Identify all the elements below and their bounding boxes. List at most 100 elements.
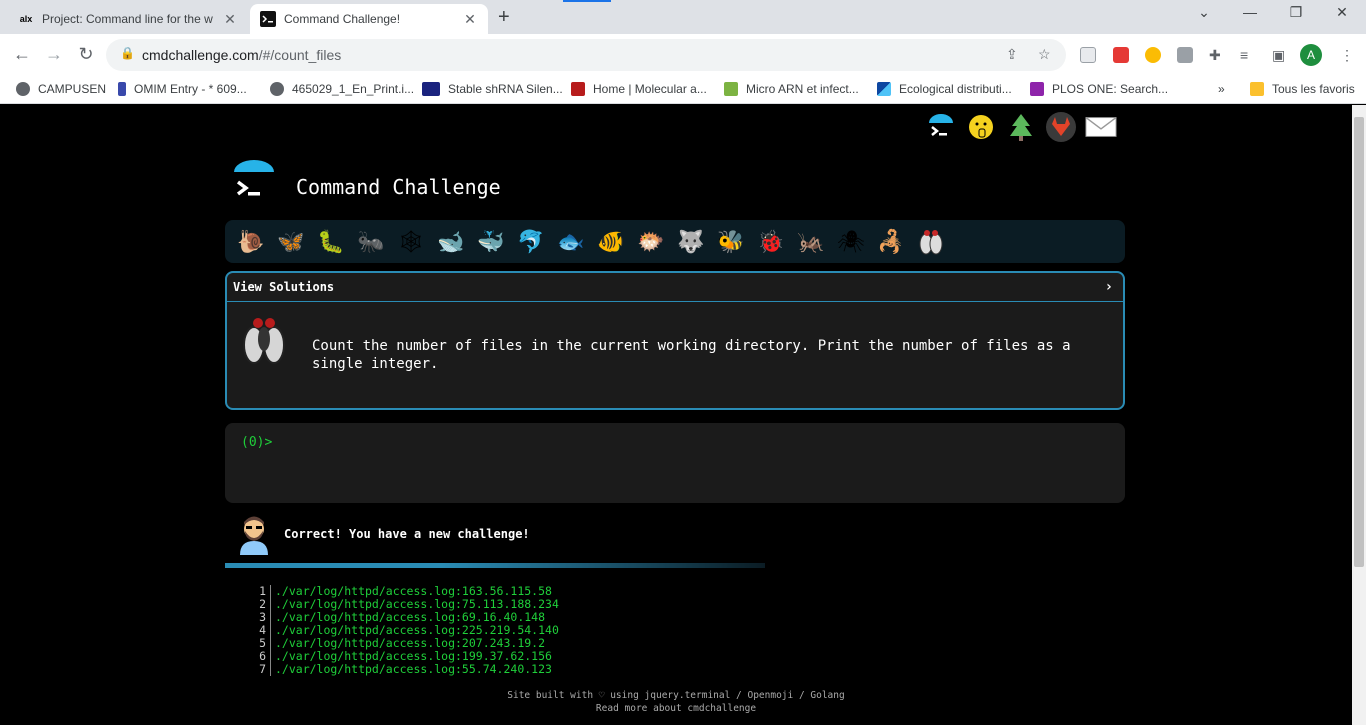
butterfly-icon[interactable]: 🦋 <box>271 222 311 262</box>
globe-icon <box>270 82 284 96</box>
site-title: Command Challenge <box>296 175 501 199</box>
browser-toolbar: ← → ↻ 🔒 cmdchallenge.com/#/count_files ⇪… <box>0 34 1366 76</box>
tab-project[interactable]: alx Project: Command line for the w ✕ <box>8 4 248 34</box>
challenge-panel: View Solutions › Count the number of fil… <box>225 271 1125 410</box>
tab-title: Command Challenge! <box>284 12 401 26</box>
ladybug-icon[interactable]: 🐞 <box>751 222 791 262</box>
read-more-link[interactable]: Read more about cmdchallenge <box>0 702 1352 715</box>
bookmarks-bar: CAMPUSEN OMIM Entry - * 609... 465029_1_… <box>0 76 1366 104</box>
tropical-fish-icon[interactable]: 🐠 <box>591 222 631 262</box>
extension-red-icon[interactable] <box>1113 47 1129 63</box>
view-solutions-toggle[interactable]: View Solutions › <box>227 273 1123 302</box>
page-content: Command Challenge 🐌 🦋 🐛 🐜 🕸 🐋 🐳 🐬 🐟 🐠 🐡 … <box>0 105 1352 725</box>
caterpillar-icon[interactable]: 🐛 <box>311 222 351 262</box>
person-icon <box>236 513 272 555</box>
plos-icon <box>1030 82 1044 96</box>
fly-icon <box>237 313 291 367</box>
tab-search-icon[interactable]: ⌄ <box>1184 4 1224 21</box>
bookmark-label: 465029_1_En_Print.i... <box>292 82 415 96</box>
more-bookmarks-button[interactable]: » <box>1218 82 1225 96</box>
terminal-icon <box>260 11 276 27</box>
logo <box>232 158 276 202</box>
scrollbar-thumb[interactable] <box>1354 117 1364 567</box>
scorpion-icon[interactable]: 🦂 <box>871 222 911 262</box>
hint-icon[interactable] <box>965 111 997 143</box>
profile-avatar[interactable]: A <box>1300 44 1322 66</box>
flask-icon <box>571 82 585 96</box>
bookmark-label: OMIM Entry - * 609... <box>134 82 247 96</box>
url-host: cmdchallenge.com <box>142 47 259 63</box>
bookmark-plos[interactable]: PLOS ONE: Search... <box>1030 82 1168 96</box>
extension-translate-icon[interactable] <box>1177 47 1193 63</box>
chevron-right-icon[interactable]: › <box>1105 279 1113 295</box>
reload-button[interactable]: ↻ <box>74 44 98 65</box>
back-button[interactable]: ← <box>10 44 34 65</box>
bee-icon[interactable]: 🐝 <box>711 222 751 262</box>
media-icon[interactable]: ≡ <box>1240 47 1248 63</box>
bookmark-molecular[interactable]: Home | Molecular a... <box>571 82 707 96</box>
whale-2-icon[interactable]: 🐳 <box>471 222 511 262</box>
view-solutions-label: View Solutions <box>233 280 335 294</box>
spider-web-icon[interactable]: 🕸 <box>391 222 431 262</box>
cricket-icon[interactable]: 🦗 <box>791 222 831 262</box>
footer: Site built with ♡ using jquery.terminal … <box>0 689 1352 715</box>
bookmark-ecological[interactable]: Ecological distributi... <box>877 82 1012 96</box>
spider-icon[interactable]: 🕷 <box>831 222 871 262</box>
globe-icon <box>16 82 30 96</box>
line-text: ./var/log/httpd/access.log:55.74.240.123 <box>275 662 552 676</box>
dolphin-icon[interactable]: 🐬 <box>511 222 551 262</box>
footer-credits: Site built with ♡ using jquery.terminal … <box>507 690 845 701</box>
tree-icon[interactable] <box>1005 111 1037 143</box>
extension-dots-icon[interactable] <box>1145 47 1161 63</box>
close-window-button[interactable]: ✕ <box>1322 4 1362 21</box>
forward-button[interactable]: → <box>42 44 66 65</box>
bookmark-shrna[interactable]: Stable shRNA Silen... <box>422 82 563 96</box>
fish-icon[interactable]: 🐟 <box>551 222 591 262</box>
close-icon[interactable]: ✕ <box>222 11 238 28</box>
minimize-button[interactable]: — <box>1230 4 1270 20</box>
side-panel-icon[interactable]: ▣ <box>1272 47 1285 64</box>
tab-group-indicator <box>563 0 611 2</box>
ar-icon <box>422 82 440 96</box>
all-bookmarks[interactable]: Tous les favoris <box>1250 82 1355 96</box>
page-scrollbar[interactable] <box>1352 105 1366 725</box>
terminal-input[interactable]: (0)> <box>225 423 1125 503</box>
puzzle-icon[interactable]: ✚ <box>1209 47 1221 64</box>
gitlab-icon[interactable] <box>1045 111 1077 143</box>
address-bar[interactable]: 🔒 cmdchallenge.com/#/count_files ⇪ ☆ <box>106 39 1066 71</box>
divider <box>225 563 765 568</box>
terminal-icon[interactable] <box>925 111 957 143</box>
bookmark-omim[interactable]: OMIM Entry - * 609... <box>118 82 247 96</box>
whale-icon[interactable]: 🐋 <box>431 222 471 262</box>
tab-command-challenge[interactable]: Command Challenge! ✕ <box>250 4 488 34</box>
wolf-icon[interactable]: 🐺 <box>671 222 711 262</box>
bookmark-micro-arn[interactable]: Micro ARN et infect... <box>724 82 859 96</box>
bookmark-label: PLOS ONE: Search... <box>1052 82 1169 96</box>
url-path: /#/count_files <box>258 47 342 63</box>
star-icon[interactable]: ☆ <box>1038 46 1051 63</box>
restore-button[interactable]: ❐ <box>1276 4 1316 21</box>
bookmark-campusen[interactable]: CAMPUSEN <box>16 82 106 96</box>
challenge-emoji-bar: 🐌 🦋 🐛 🐜 🕸 🐋 🐳 🐬 🐟 🐠 🐡 🐺 🐝 🐞 🦗 🕷 🦂 <box>225 220 1125 263</box>
close-icon[interactable]: ✕ <box>462 11 478 28</box>
output-line: 7 ./var/log/httpd/access.log:55.74.240.12… <box>255 663 559 676</box>
bookmark-label: CAMPUSEN <box>38 82 107 96</box>
bookmark-label: Home | Molecular a... <box>593 82 707 96</box>
ant-icon[interactable]: 🐜 <box>351 222 391 262</box>
tab-title: Project: Command line for the w <box>42 12 213 26</box>
dna-icon <box>118 82 126 96</box>
lock-icon[interactable]: 🔒 <box>120 46 135 60</box>
blowfish-icon[interactable]: 🐡 <box>631 222 671 262</box>
new-tab-button[interactable]: + <box>498 6 510 29</box>
share-icon[interactable]: ⇪ <box>1006 46 1018 63</box>
snail-icon[interactable]: 🐌 <box>231 222 271 262</box>
bookmark-465029[interactable]: 465029_1_En_Print.i... <box>270 82 414 96</box>
menu-icon[interactable]: ⋮ <box>1340 47 1354 64</box>
top-icon-bar <box>925 111 1117 143</box>
mail-icon[interactable] <box>1085 111 1117 143</box>
bookmark-label: Tous les favoris <box>1272 82 1355 96</box>
leaf-icon <box>724 82 738 96</box>
fly-icon[interactable] <box>911 222 951 262</box>
bookmark-label: Micro ARN et infect... <box>746 82 859 96</box>
extension-doc-icon[interactable] <box>1080 47 1096 63</box>
